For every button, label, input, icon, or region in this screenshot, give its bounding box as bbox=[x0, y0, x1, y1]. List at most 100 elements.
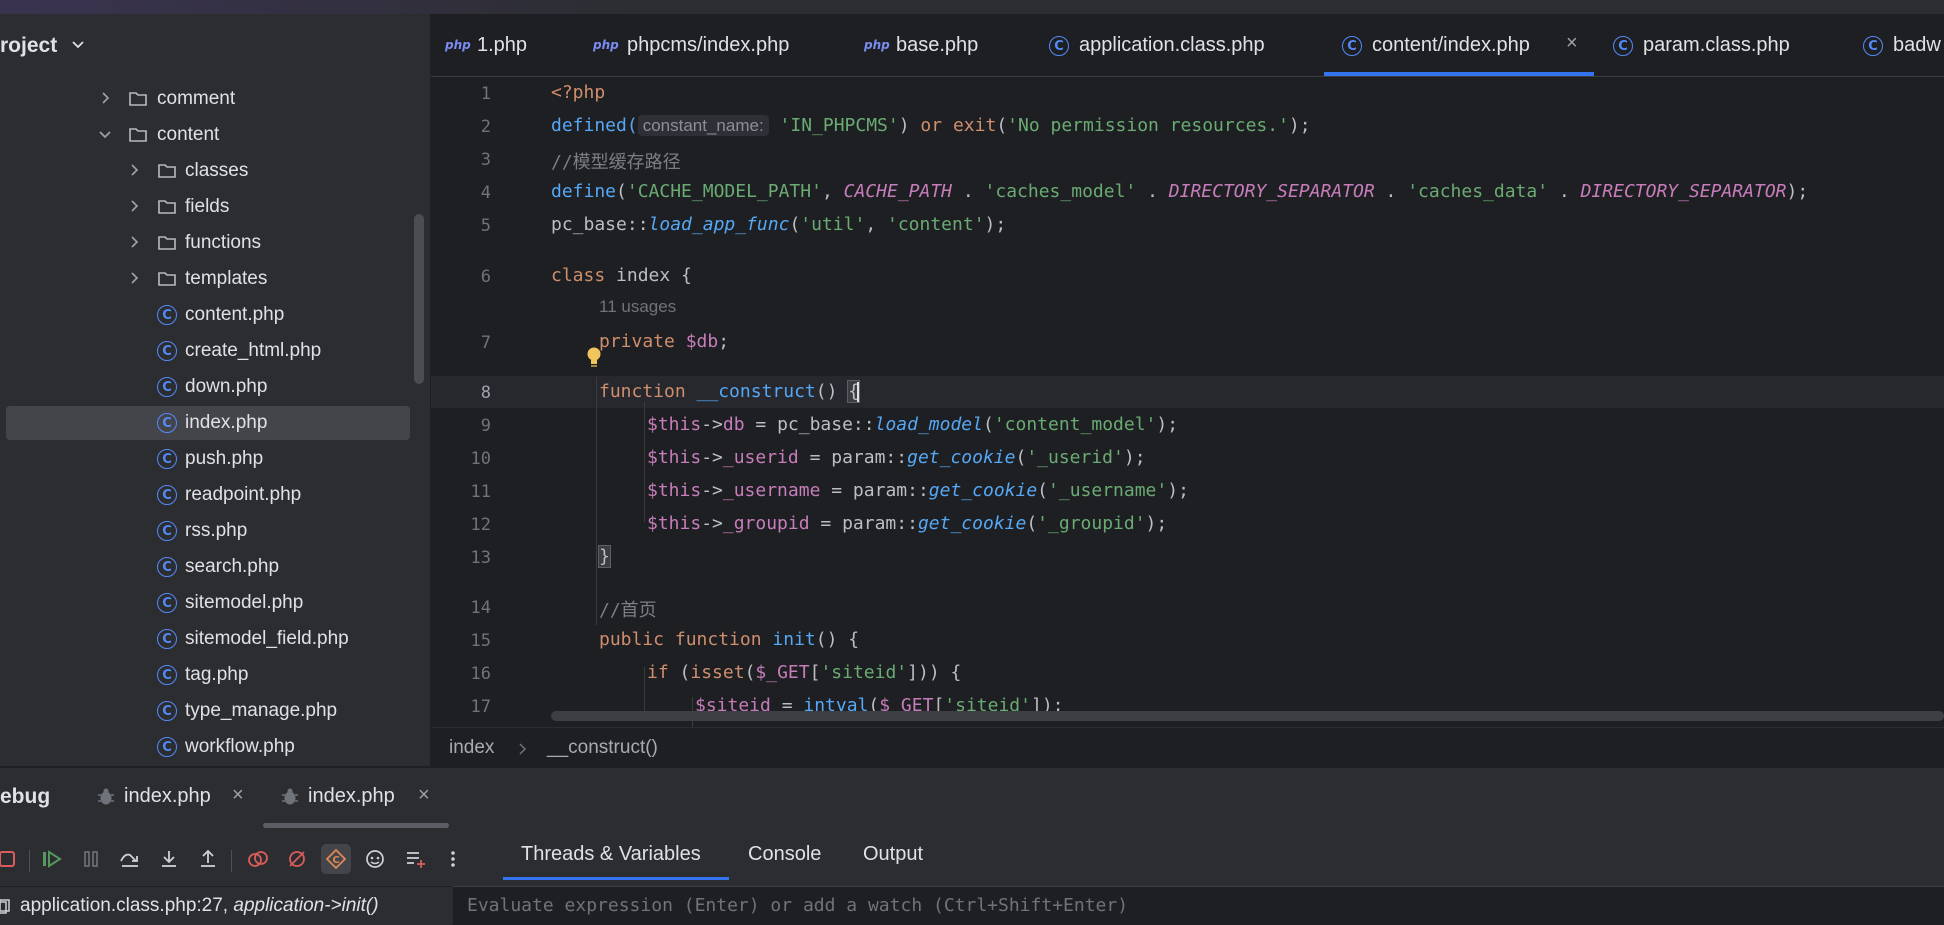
settings-button[interactable] bbox=[360, 844, 390, 874]
tree-folder-comment[interactable]: comment bbox=[0, 82, 410, 116]
tab-1-php[interactable]: php 1.php bbox=[445, 14, 555, 76]
chevron-right-icon[interactable] bbox=[127, 271, 141, 285]
usages-hint[interactable]: 11 usages bbox=[599, 297, 676, 317]
chevron-right-icon[interactable] bbox=[127, 235, 141, 249]
tree-folder-classes[interactable]: classes bbox=[0, 154, 410, 188]
tab-output[interactable]: Output bbox=[863, 843, 923, 866]
code-token: ); bbox=[1786, 181, 1809, 202]
step-over-icon bbox=[120, 853, 138, 867]
breadcrumb-item-class[interactable]: index bbox=[449, 737, 494, 759]
editor-horizontal-scrollbar[interactable] bbox=[551, 711, 1944, 721]
php-toggle-button[interactable]: C bbox=[321, 844, 351, 874]
close-icon[interactable]: × bbox=[1566, 32, 1578, 55]
tab-label: param.class.php bbox=[1643, 34, 1790, 56]
tab-threads-variables[interactable]: Threads & Variables bbox=[521, 843, 701, 866]
step-over-button[interactable] bbox=[115, 844, 145, 874]
tab-content-index-php[interactable]: C content/index.php × bbox=[1324, 14, 1594, 76]
tab-application-class-php[interactable]: C application.class.php bbox=[1049, 14, 1289, 76]
stack-frame-label: application.class.php:27, application->i… bbox=[20, 895, 379, 917]
step-out-button[interactable] bbox=[193, 844, 223, 874]
tree-item-label: index.php bbox=[185, 412, 268, 433]
pause-button[interactable] bbox=[76, 844, 106, 874]
tree-file-sitemodel-field-php[interactable]: C sitemodel_field.php bbox=[0, 622, 410, 656]
code-token: () bbox=[815, 381, 849, 402]
breadcrumb-item-method[interactable]: __construct() bbox=[547, 737, 658, 759]
title-bar bbox=[0, 0, 1944, 14]
tab-base-php[interactable]: php base.php bbox=[864, 14, 1024, 76]
more-button[interactable] bbox=[438, 844, 468, 874]
tab-phpcms-index-php[interactable]: php phpcms/index.php bbox=[593, 14, 813, 76]
code-token: $db bbox=[685, 331, 719, 352]
step-into-button[interactable] bbox=[154, 844, 184, 874]
tab-badw[interactable]: C badw bbox=[1863, 14, 1944, 76]
code-token: private bbox=[599, 331, 675, 352]
view-breakpoints-button[interactable] bbox=[243, 844, 273, 874]
tree-file-rss-php[interactable]: C rss.php bbox=[0, 514, 410, 548]
code-token: ( bbox=[1026, 513, 1038, 534]
chevron-right-icon[interactable] bbox=[127, 199, 141, 213]
chevron-right-icon[interactable] bbox=[127, 163, 141, 177]
tree-folder-functions[interactable]: functions bbox=[0, 226, 410, 260]
tree-folder-fields[interactable]: fields bbox=[0, 190, 410, 224]
project-header[interactable]: roject bbox=[0, 14, 430, 76]
code-token: ( bbox=[1015, 447, 1027, 468]
tab-label: base.php bbox=[896, 34, 979, 56]
tab-console[interactable]: Console bbox=[748, 843, 821, 866]
tree-file-down-php[interactable]: C down.php bbox=[0, 370, 410, 404]
debug-session-tab[interactable]: index.php × bbox=[96, 780, 256, 816]
debug-toolbar: C bbox=[0, 838, 480, 882]
indent-guide bbox=[644, 402, 645, 522]
tree-file-index-php[interactable]: C index.php bbox=[6, 406, 410, 440]
php-class-icon: C bbox=[157, 413, 177, 433]
tree-file-search-php[interactable]: C search.php bbox=[0, 550, 410, 584]
tree-item-label: readpoint.php bbox=[185, 484, 302, 505]
add-watch-button[interactable] bbox=[401, 844, 431, 874]
stack-frame-row[interactable]: application.class.php:27, application->i… bbox=[0, 886, 452, 925]
tree-file-create-html-php[interactable]: C create_html.php bbox=[0, 334, 410, 368]
tree-file-readpoint-php[interactable]: C readpoint.php bbox=[0, 478, 410, 512]
tree-file-content-php[interactable]: C content.php bbox=[0, 298, 410, 332]
stop-button[interactable] bbox=[0, 844, 22, 874]
code-token: . bbox=[1548, 181, 1581, 202]
tree-file-workflow-php[interactable]: C workflow.php bbox=[0, 730, 410, 764]
debug-session-tab-active[interactable]: index.php × bbox=[280, 780, 440, 816]
code-editor[interactable]: 1 2 3 4 5 6 7 8 9 10 11 12 13 14 15 16 1… bbox=[431, 77, 1944, 727]
lightbulb-icon[interactable] bbox=[585, 346, 603, 370]
chevron-right-icon bbox=[519, 743, 527, 755]
line-number: 2 bbox=[480, 117, 491, 137]
tree-file-tag-php[interactable]: C tag.php bbox=[0, 658, 410, 692]
tree-file-sitemodel-php[interactable]: C sitemodel.php bbox=[0, 586, 410, 620]
tree-item-label: content.php bbox=[185, 304, 285, 325]
code-token: public bbox=[599, 629, 665, 650]
tree-file-type-manage-php[interactable]: C type_manage.php bbox=[0, 694, 410, 728]
evaluate-expression-input[interactable]: Evaluate expression (Enter) or add a wat… bbox=[453, 886, 1944, 925]
chevron-right-icon[interactable] bbox=[98, 91, 112, 105]
code-token: ( bbox=[789, 214, 801, 235]
tree-file-push-php[interactable]: C push.php bbox=[0, 442, 410, 476]
code-token: 'content_model' bbox=[993, 414, 1157, 435]
tree-item-label: templates bbox=[185, 268, 268, 289]
line-number: 13 bbox=[470, 548, 491, 568]
tree-folder-templates[interactable]: templates bbox=[0, 262, 410, 296]
tree-folder-content[interactable]: content bbox=[0, 118, 410, 152]
code-token: exit bbox=[952, 115, 997, 136]
code-line-1: <?php bbox=[551, 82, 605, 103]
mute-breakpoints-button[interactable] bbox=[282, 844, 312, 874]
project-scrollbar[interactable] bbox=[414, 214, 424, 384]
tree-item-label: rss.php bbox=[185, 520, 248, 541]
php-class-icon: C bbox=[1049, 36, 1069, 56]
resume-button[interactable] bbox=[37, 844, 67, 874]
php-class-icon: C bbox=[157, 341, 177, 361]
close-icon[interactable]: × bbox=[232, 784, 244, 807]
tree-item-label: type_manage.php bbox=[185, 700, 338, 721]
pause-icon bbox=[84, 851, 98, 867]
tab-param-class-php[interactable]: C param.class.php bbox=[1613, 14, 1813, 76]
text-caret bbox=[857, 382, 860, 402]
close-icon[interactable]: × bbox=[418, 784, 430, 807]
chevron-down-icon[interactable] bbox=[70, 36, 86, 52]
chevron-down-icon[interactable] bbox=[98, 127, 112, 141]
code-token: = param:: bbox=[809, 513, 918, 534]
project-title[interactable]: roject bbox=[0, 34, 57, 58]
code-token: index { bbox=[605, 265, 692, 286]
